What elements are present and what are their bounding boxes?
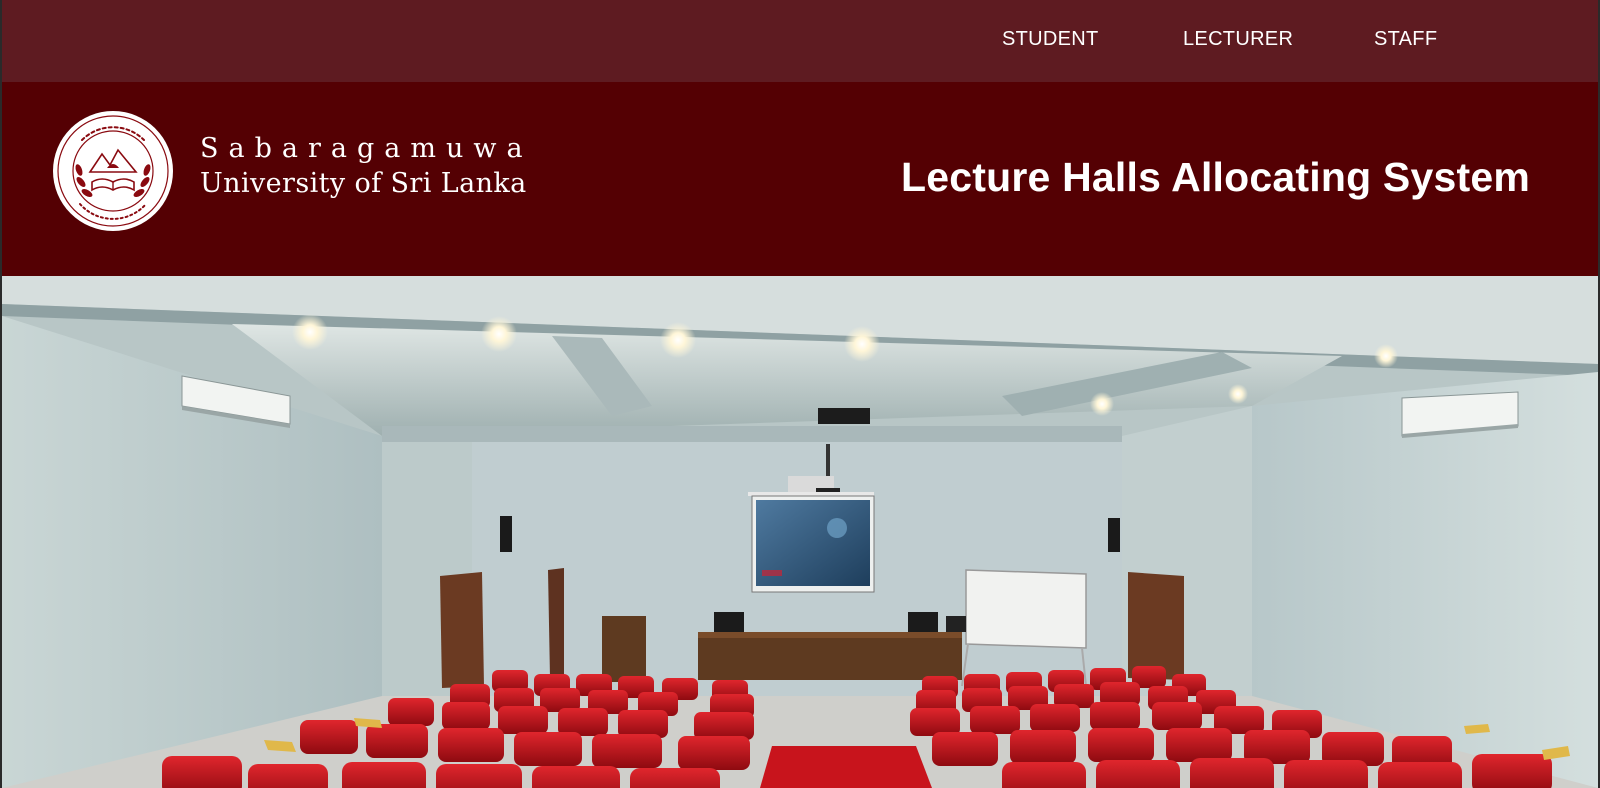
nav-link-student[interactable]: STUDENT xyxy=(1002,28,1099,51)
lecture-hall-photo xyxy=(2,276,1598,788)
system-title: Lecture Halls Allocating System xyxy=(901,154,1530,200)
university-name: Sabaragamuwa University of Sri Lanka xyxy=(200,132,533,202)
university-name-line2: University of Sri Lanka xyxy=(200,168,527,199)
nav-link-lecturer[interactable]: LECTURER xyxy=(1183,28,1293,51)
university-seal-icon[interactable] xyxy=(52,110,174,232)
nav-link-staff[interactable]: STAFF xyxy=(1374,28,1437,51)
top-nav-bar: STUDENT LECTURER STAFF xyxy=(2,0,1598,82)
site-header: Sabaragamuwa University of Sri Lanka Lec… xyxy=(2,82,1598,276)
page: STUDENT LECTURER STAFF Sabaragamuwa Univ… xyxy=(2,0,1598,788)
university-name-line1: Sabaragamuwa xyxy=(200,133,533,164)
